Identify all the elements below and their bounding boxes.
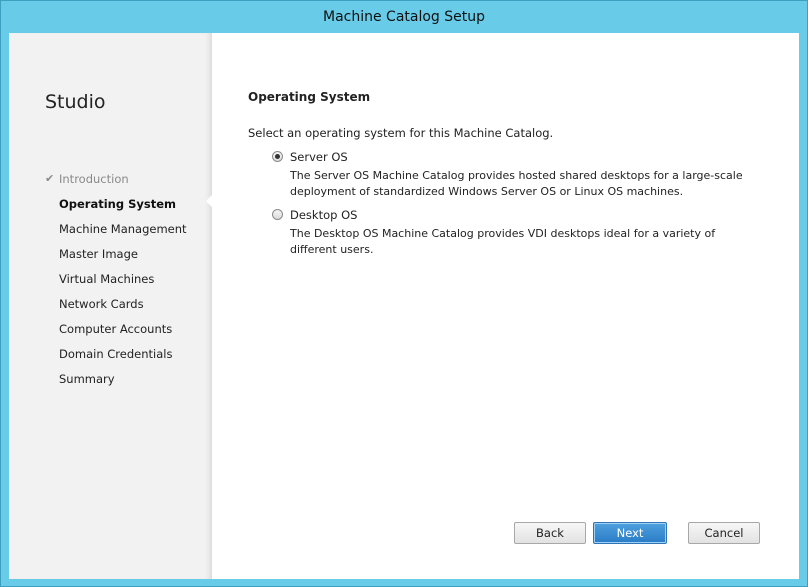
step-network-cards: Network Cards [45,291,187,316]
step-label: Introduction [59,171,129,186]
next-button[interactable]: Next [593,522,667,544]
step-introduction: ✔ Introduction [45,166,187,191]
window-title: Machine Catalog Setup [322,9,486,25]
dialog-window: Machine Catalog Setup Studio ✔ Introduct… [0,0,808,587]
dialog-client-area: Studio ✔ Introduction Operating System M… [9,33,799,579]
step-label: Summary [59,371,115,386]
step-label: Master Image [59,246,138,261]
desktop-os-label[interactable]: Desktop OS [290,208,357,222]
step-computer-accounts: Computer Accounts [45,316,187,341]
server-os-description: The Server OS Machine Catalog provides h… [290,169,743,198]
wizard-sidebar: Studio ✔ Introduction Operating System M… [9,33,212,579]
back-button[interactable]: Back [514,522,586,544]
checkmark-icon: ✔ [45,172,55,185]
page-heading: Operating System [248,90,371,104]
desktop-os-radio[interactable] [272,209,283,220]
step-label: Network Cards [59,296,144,311]
sidebar-title: Studio [45,91,106,113]
wizard-main-panel: Operating System Select an operating sys… [212,33,799,579]
cancel-button[interactable]: Cancel [688,522,760,544]
title-bar[interactable]: Machine Catalog Setup [1,1,807,33]
step-domain-credentials: Domain Credentials [45,341,187,366]
server-os-label[interactable]: Server OS [290,150,348,164]
server-os-radio[interactable] [272,151,283,162]
instruction-text: Select an operating system for this Mach… [248,126,554,140]
step-label: Virtual Machines [59,271,155,286]
step-label: Machine Management [59,221,187,236]
step-label: Computer Accounts [59,321,173,336]
desktop-os-description: The Desktop OS Machine Catalog provides … [290,227,716,256]
step-master-image: Master Image [45,241,187,266]
wizard-steps: ✔ Introduction Operating System Machine … [45,166,187,391]
radio-selected-dot [275,154,280,159]
step-virtual-machines: Virtual Machines [45,266,187,291]
step-summary: Summary [45,366,187,391]
step-label: Operating System [59,196,177,211]
step-machine-management: Machine Management [45,216,187,241]
step-operating-system: Operating System [45,191,187,216]
step-label: Domain Credentials [59,346,173,361]
